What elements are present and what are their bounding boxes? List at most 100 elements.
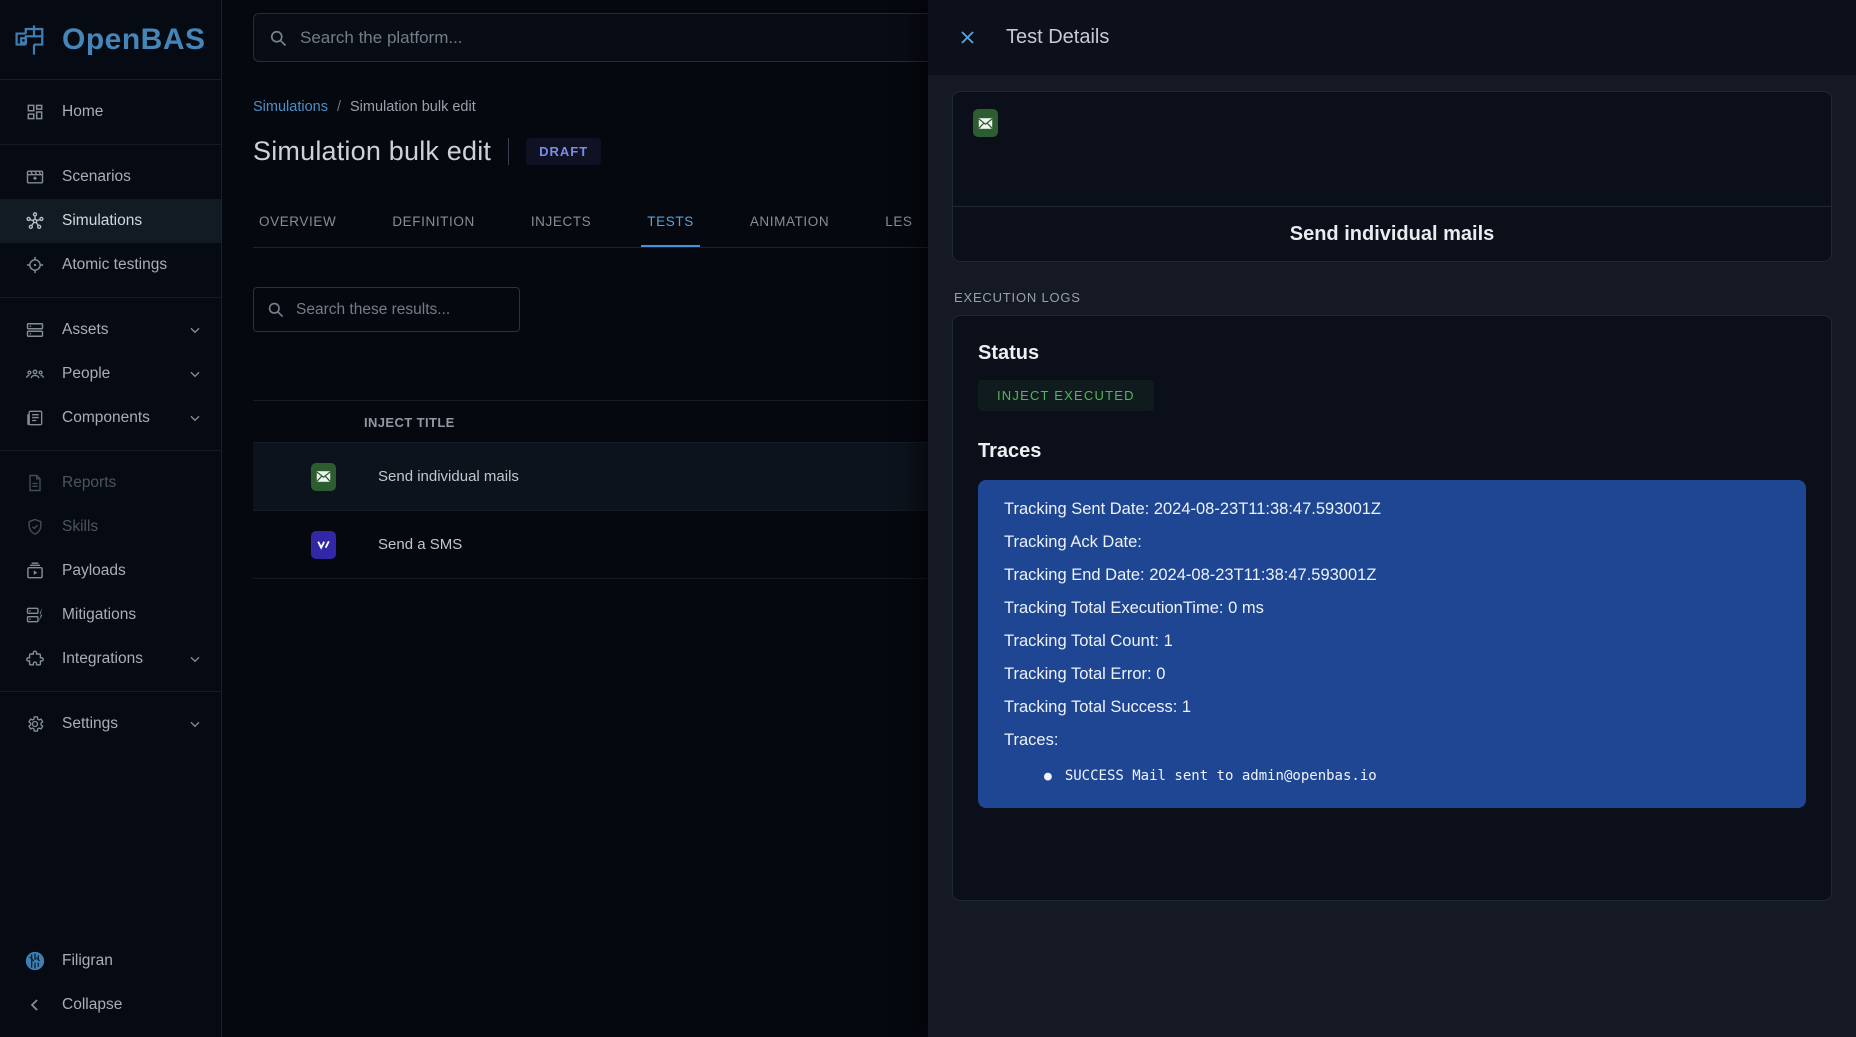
trace-line: Tracking Ack Date: xyxy=(1004,526,1780,559)
results-search-input[interactable] xyxy=(296,301,507,319)
sidebar-item-atomic-testings[interactable]: Atomic testings xyxy=(0,243,221,287)
status-badge-draft: DRAFT xyxy=(526,138,601,165)
sidebar-item-label: Collapse xyxy=(62,996,122,1014)
puzzle-icon xyxy=(25,649,45,669)
divider xyxy=(0,450,221,451)
sidebar-item-label: Integrations xyxy=(62,650,143,668)
dashboard-icon xyxy=(25,102,45,122)
search-icon xyxy=(268,28,288,48)
status-heading: Status xyxy=(978,342,1806,365)
breadcrumb-current: Simulation bulk edit xyxy=(350,99,476,115)
divider xyxy=(0,691,221,692)
sidebar-item-reports[interactable]: Reports xyxy=(0,461,221,505)
inject-card: Send individual mails xyxy=(952,91,1832,262)
breadcrumb: Simulations / Simulation bulk edit xyxy=(253,99,476,115)
sidebar-item-scenarios[interactable]: Scenarios xyxy=(0,155,221,199)
sidebar-item-integrations[interactable]: Integrations xyxy=(0,637,221,681)
sidebar-item-label: Filigran xyxy=(62,952,113,970)
inject-title: Send a SMS xyxy=(378,536,462,553)
breadcrumb-separator: / xyxy=(337,99,341,115)
target-icon xyxy=(25,255,45,275)
title-row: Simulation bulk edit DRAFT xyxy=(253,136,601,167)
chevron-down-icon xyxy=(187,651,203,667)
drawer-body: Send individual mails EXECUTION LOGS Sta… xyxy=(928,75,1856,1037)
inject-card-top xyxy=(953,92,1831,206)
chevron-down-icon xyxy=(187,716,203,732)
tab-overview[interactable]: OVERVIEW xyxy=(253,198,342,247)
sidebar-item-label: Mitigations xyxy=(62,606,136,624)
platform-search-input[interactable] xyxy=(300,28,938,48)
sidebar-item-filigran[interactable]: Filigran xyxy=(0,939,221,983)
tab-injects[interactable]: INJECTS xyxy=(525,198,597,247)
sidebar-item-simulations[interactable]: Simulations xyxy=(0,199,221,243)
gear-icon xyxy=(25,714,45,734)
traces-heading: Traces xyxy=(978,440,1806,463)
chevron-left-icon xyxy=(25,995,45,1015)
sidebar-item-mitigations[interactable]: Mitigations xyxy=(0,593,221,637)
sidebar-item-assets[interactable]: Assets xyxy=(0,308,221,352)
tab-tests[interactable]: TESTS xyxy=(641,198,700,247)
results-search xyxy=(253,287,520,332)
sidebar-item-label: Simulations xyxy=(62,212,142,230)
sidebar-item-label: People xyxy=(62,365,110,383)
chevron-down-icon xyxy=(187,366,203,382)
chevron-down-icon xyxy=(187,322,203,338)
sidebar-item-settings[interactable]: Settings xyxy=(0,702,221,746)
sidebar-footer: Filigran Collapse xyxy=(0,939,221,1037)
breadcrumb-simulations-link[interactable]: Simulations xyxy=(253,99,328,115)
sidebar-item-label: Scenarios xyxy=(62,168,131,186)
trace-log-box: Tracking Sent Date: 2024-08-23T11:38:47.… xyxy=(978,480,1806,808)
bullet-icon: ● xyxy=(1044,769,1052,784)
page-title: Simulation bulk edit xyxy=(253,136,491,167)
inject-title: Send individual mails xyxy=(378,468,519,485)
openbas-logo-icon xyxy=(12,18,56,62)
sidebar-item-label: Skills xyxy=(62,518,98,536)
column-header-inject-title[interactable]: INJECT TITLE xyxy=(364,401,455,444)
email-icon xyxy=(973,109,998,137)
tab-animation[interactable]: ANIMATION xyxy=(744,198,835,247)
inject-card-bottom: Send individual mails xyxy=(953,206,1831,261)
sms-icon xyxy=(311,531,336,559)
chevron-down-icon xyxy=(187,410,203,426)
sidebar-item-label: Assets xyxy=(62,321,109,339)
sidebar-item-home[interactable]: Home xyxy=(0,90,221,134)
trace-line: Tracking End Date: 2024-08-23T11:38:47.5… xyxy=(1004,559,1780,592)
inject-card-title: Send individual mails xyxy=(1290,223,1495,246)
sidebar-item-people[interactable]: People xyxy=(0,352,221,396)
movie-icon xyxy=(25,167,45,187)
sidebar-item-label: Atomic testings xyxy=(62,256,167,274)
hub-icon xyxy=(25,211,45,231)
sidebar-item-skills[interactable]: Skills xyxy=(0,505,221,549)
sidebar-item-label: Payloads xyxy=(62,562,126,580)
trace-line: Tracking Total Success: 1 xyxy=(1004,691,1780,724)
sidebar: OpenBAS Home Scenarios xyxy=(0,0,222,1037)
groups-icon xyxy=(25,364,45,384)
section-label-execution-logs: EXECUTION LOGS xyxy=(954,290,1832,305)
trace-line: Tracking Total ExecutionTime: 0 ms xyxy=(1004,592,1780,625)
trace-line: Tracking Total Count: 1 xyxy=(1004,625,1780,658)
platform-search xyxy=(253,13,953,62)
newspaper-icon xyxy=(25,408,45,428)
sidebar-item-collapse[interactable]: Collapse xyxy=(0,983,221,1027)
sidebar-item-label: Settings xyxy=(62,715,118,733)
sidebar-item-label: Home xyxy=(62,103,103,121)
sidebar-item-label: Reports xyxy=(62,474,116,492)
logo[interactable]: OpenBAS xyxy=(0,0,221,80)
brand-name: OpenBAS xyxy=(62,23,206,57)
openbas-app: OpenBAS Home Scenarios xyxy=(0,0,1856,1037)
search-icon xyxy=(266,300,285,319)
filigran-logo-icon xyxy=(25,951,45,971)
sidebar-item-payloads[interactable]: Payloads xyxy=(0,549,221,593)
sidebar-item-components[interactable]: Components xyxy=(0,396,221,440)
close-icon[interactable] xyxy=(951,22,983,54)
test-details-drawer: Test Details Send individual mails EXECU… xyxy=(928,0,1856,1037)
sidebar-nav: Home Scenarios Simulations xyxy=(0,80,221,939)
tab-lessons-cut[interactable]: LES xyxy=(879,198,918,247)
trace-line: Tracking Total Error: 0 xyxy=(1004,658,1780,691)
sidebar-item-label: Components xyxy=(62,409,150,427)
tab-definition[interactable]: DEFINITION xyxy=(386,198,481,247)
trace-line: Traces: xyxy=(1004,724,1780,757)
drawer-header: Test Details xyxy=(928,0,1856,75)
subscriptions-icon xyxy=(25,561,45,581)
shield-check-icon xyxy=(25,517,45,537)
